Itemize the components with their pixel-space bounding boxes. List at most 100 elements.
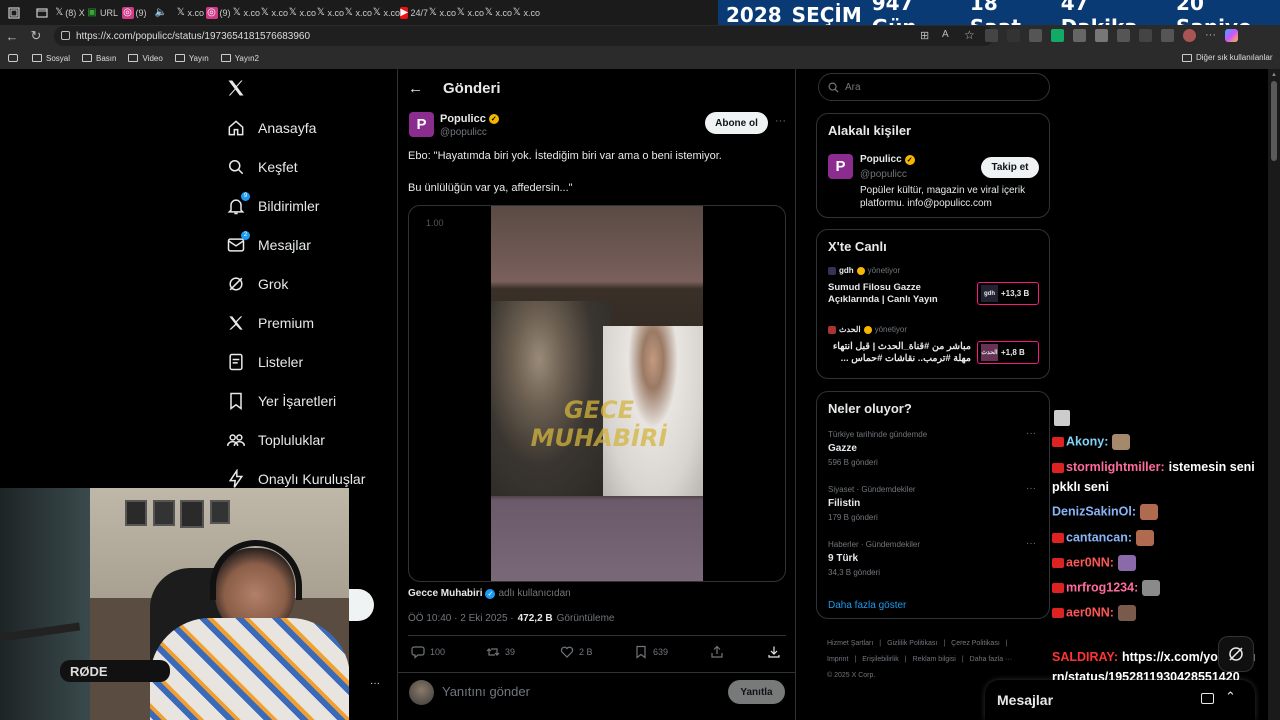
trend-more-icon[interactable]: ··· <box>1026 483 1036 494</box>
grok-floating-button[interactable] <box>1218 636 1254 672</box>
more-options-icon[interactable]: ··· <box>775 115 786 127</box>
browser-tab[interactable]: 𝕏x.co <box>344 0 372 25</box>
footer-link[interactable]: Imprint <box>827 652 848 668</box>
nav-item-lists[interactable]: Listeler <box>210 342 395 381</box>
extension-7-icon[interactable] <box>1117 29 1130 42</box>
messages-drawer[interactable]: Mesajlar ⌃ <box>985 680 1255 720</box>
bookmark-folder[interactable]: Sosyal <box>32 54 70 63</box>
bookmark-folder[interactable]: Yayın2 <box>220 54 259 63</box>
bookmark-folder[interactable]: Video <box>128 54 163 63</box>
scrollbar-thumb[interactable] <box>1271 81 1277 161</box>
site-info-icon[interactable] <box>61 31 70 40</box>
browser-tab[interactable]: 𝕏x.co <box>372 0 400 25</box>
related-avatar[interactable]: P <box>828 154 853 179</box>
nav-item-bookmarks[interactable]: Yer İşaretleri <box>210 381 395 420</box>
extension-3-icon[interactable] <box>1029 29 1042 42</box>
follow-button[interactable]: Takip et <box>981 157 1039 178</box>
bookmark-folder[interactable]: Yayın <box>174 54 209 63</box>
extension-8-icon[interactable] <box>1139 29 1152 42</box>
reply-input[interactable]: Yanıtını gönder <box>442 684 530 699</box>
workspaces-icon[interactable] <box>0 0 28 25</box>
show-more-link[interactable]: Daha fazla göster <box>828 600 906 611</box>
trend-item[interactable]: Haberler · Gündemdekiler 9 Türk 34,3 B gön… <box>828 538 1040 588</box>
video-player[interactable]: 1.00 GECE MUHABİRİ <box>408 205 786 582</box>
footer-link[interactable]: Erişilebilirlik <box>862 652 899 668</box>
subscribe-button[interactable]: Abone ol <box>705 112 768 134</box>
reply-button[interactable]: 100 <box>411 645 445 659</box>
footer-link[interactable]: Gizlilik Politikası <box>887 636 937 652</box>
trend-item[interactable]: Siyaset · Gündemdekiler Filistin 179 B gön… <box>828 483 1040 533</box>
nav-item-premium[interactable]: Premium <box>210 303 395 342</box>
trend-more-icon[interactable]: ··· <box>1026 538 1036 549</box>
live-listeners-badge[interactable]: gdh +13,3 B <box>977 282 1039 305</box>
extension-5-icon[interactable] <box>1073 29 1086 42</box>
nav-item-explore[interactable]: Keşfet <box>210 147 395 186</box>
like-button[interactable]: 2 B <box>560 645 593 659</box>
browser-tab[interactable]: 🔈 <box>148 0 176 25</box>
repost-button[interactable]: 39 <box>486 645 515 659</box>
url-field[interactable]: https://x.com/populicc/status/1973654181… <box>54 26 994 46</box>
footer-link[interactable]: Hizmet Şartları <box>827 636 873 652</box>
extension-4-icon[interactable] <box>1051 29 1064 42</box>
nav-item-grok[interactable]: Grok <box>210 264 395 303</box>
profile-avatar[interactable] <box>1183 29 1196 42</box>
credit-name[interactable]: Gecce Muhabiri <box>408 588 482 599</box>
extension-2-icon[interactable] <box>1007 29 1020 42</box>
trend-more-icon[interactable]: ··· <box>1026 428 1036 439</box>
reader-icon[interactable]: A <box>942 29 949 40</box>
browser-tab[interactable]: ◎ (9) <box>120 0 148 25</box>
author-handle[interactable]: @populicc <box>440 127 487 138</box>
live-item[interactable]: الحدث yönetiyor مباشر من #قناة_الحدث | قبل… <box>828 325 1040 377</box>
nav-item-messages[interactable]: 2 Mesajlar <box>210 225 395 264</box>
other-bookmarks[interactable]: Diğer sık kullanılanlar <box>1182 53 1272 62</box>
copilot-icon[interactable] <box>1225 29 1238 42</box>
search-input[interactable]: Ara <box>818 73 1050 101</box>
live-listeners-badge[interactable]: الحدث +1,8 B <box>977 341 1039 364</box>
extension-9-icon[interactable] <box>1161 29 1174 42</box>
scroll-up-icon[interactable]: ▲ <box>1271 72 1277 78</box>
back-arrow-icon[interactable]: ← <box>408 80 423 97</box>
compose-button[interactable] <box>349 589 374 621</box>
footer-link[interactable]: Çerez Politikası <box>951 636 1000 652</box>
related-name[interactable]: Populicc ✓ <box>860 154 915 165</box>
nav-item-home[interactable]: Anasayfa <box>210 108 395 147</box>
browser-tab[interactable]: 𝕏x.co <box>232 0 260 25</box>
reply-button-submit[interactable]: Yanıtla <box>728 680 785 704</box>
nav-item-notifications[interactable]: 9 Bildirimler <box>210 186 395 225</box>
author-name[interactable]: Populicc ✓ <box>440 113 499 125</box>
browser-tab[interactable]: ▣ URL <box>84 0 120 25</box>
x-logo-icon[interactable] <box>226 78 246 98</box>
live-item[interactable]: gdh yönetiyor Sumud Filosu Gazze Açıkların… <box>828 266 1040 318</box>
browser-tab[interactable]: ▶ 24/7 <box>400 0 428 25</box>
post-time[interactable]: ÖÖ 10:40 · 2 Eki 2025 · <box>408 613 514 624</box>
footer-link[interactable]: Daha fazla ··· <box>970 652 1012 668</box>
new-message-icon[interactable] <box>1201 693 1214 704</box>
bookmark-folder[interactable]: Basın <box>82 54 116 63</box>
translate-icon[interactable]: ⊞ <box>920 29 929 42</box>
more-menu-icon[interactable]: ··· <box>1205 29 1216 42</box>
browser-tab[interactable]: 𝕏x.co <box>512 0 540 25</box>
tab-actions-icon[interactable] <box>28 0 56 25</box>
back-icon[interactable]: ← <box>0 25 24 47</box>
browser-tab[interactable]: 𝕏x.co <box>260 0 288 25</box>
extension-6-icon[interactable] <box>1095 29 1108 42</box>
expand-chevron-icon[interactable]: ⌃ <box>1225 689 1236 705</box>
browser-tab[interactable]: 𝕏x.co <box>176 0 204 25</box>
download-icon[interactable] <box>767 645 781 659</box>
account-more-icon[interactable]: ··· <box>370 678 380 689</box>
browser-tab[interactable]: 𝕏x.co <box>288 0 316 25</box>
browser-tab[interactable]: 𝕏x.co <box>428 0 456 25</box>
browser-tab[interactable]: 𝕏x.co <box>484 0 512 25</box>
browser-tab[interactable]: 𝕏x.co <box>316 0 344 25</box>
favorite-star-icon[interactable]: ☆ <box>964 28 975 42</box>
browser-tab[interactable]: 𝕏x.co <box>456 0 484 25</box>
extension-1-icon[interactable] <box>985 29 998 42</box>
bookmarks-icon[interactable] <box>8 54 18 62</box>
share-icon[interactable] <box>710 645 724 659</box>
trend-item[interactable]: Türkiye tarihinde gündemde Gazze 596 B gön… <box>828 428 1040 478</box>
browser-tab[interactable]: ◎ (9) <box>204 0 232 25</box>
bookmark-button[interactable]: 639 <box>634 645 668 659</box>
footer-link[interactable]: Reklam bilgisi <box>913 652 956 668</box>
author-avatar[interactable]: P <box>409 112 434 137</box>
reload-icon[interactable]: ↻ <box>24 25 48 47</box>
